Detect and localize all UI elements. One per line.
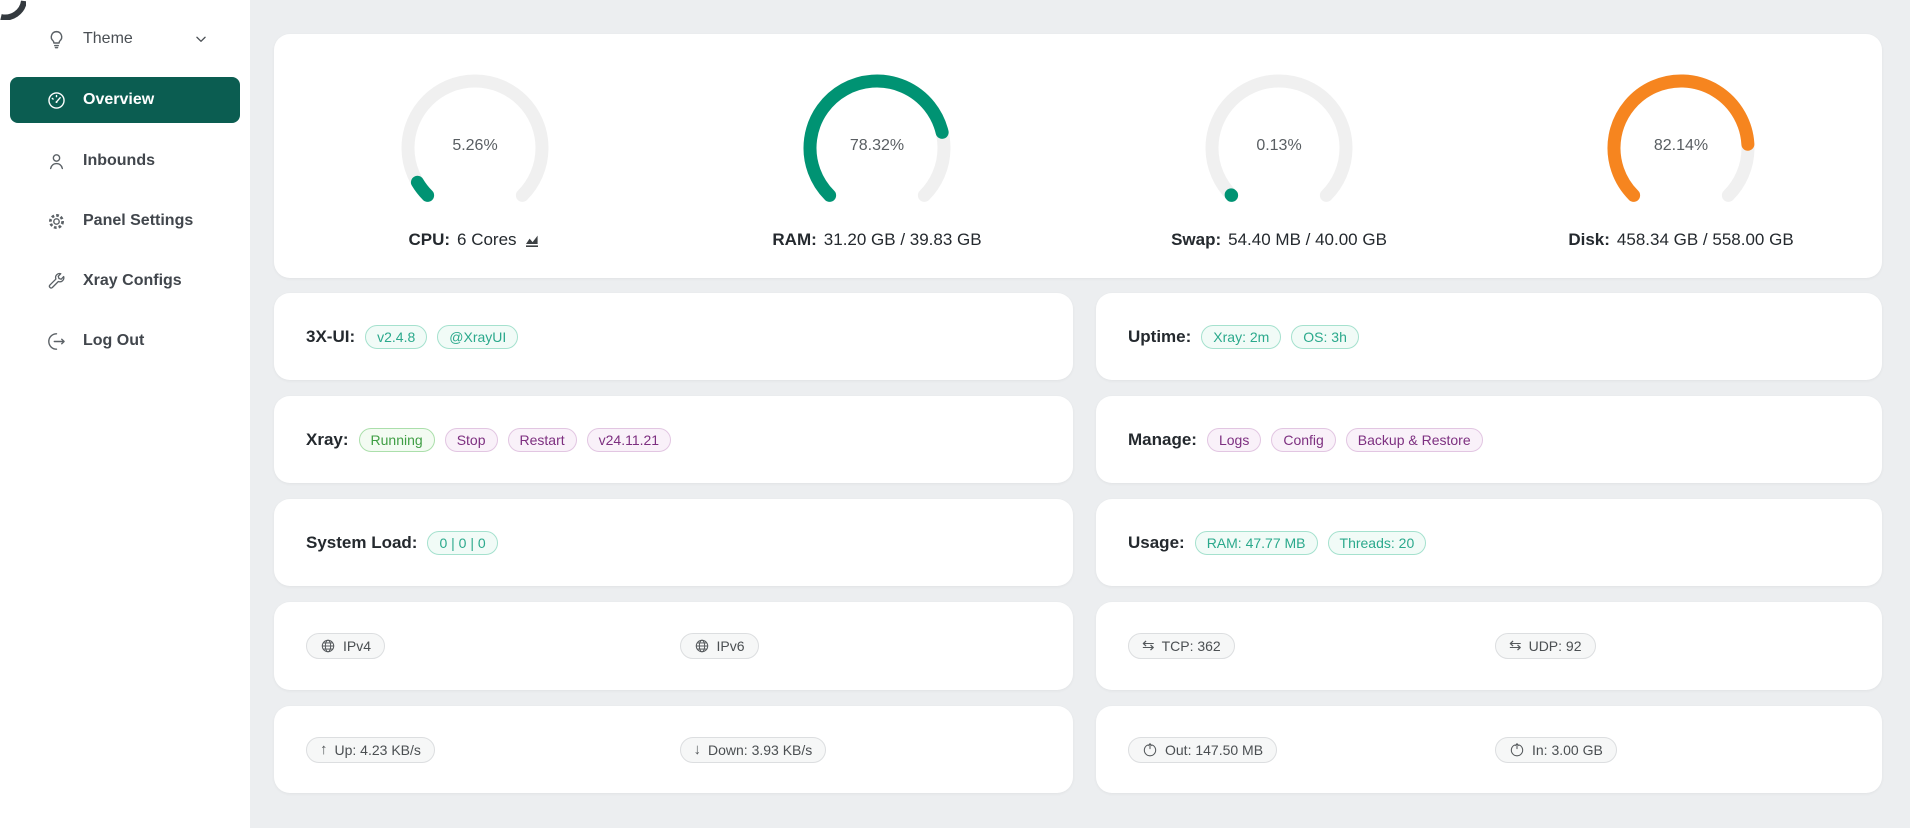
xray-label: Xray:: [306, 430, 349, 450]
disk-caption: Disk:458.34 GB / 558.00 GB: [1568, 230, 1793, 250]
sidebar-item-label: Inbounds: [83, 152, 155, 170]
usage-card: Usage: RAM: 47.77 MB Threads: 20: [1096, 499, 1882, 586]
ipv6-pill: IPv6: [680, 633, 759, 659]
threads-tag: Threads: 20: [1328, 531, 1427, 555]
user-icon: [46, 151, 67, 172]
system-load-card: System Load: 0 | 0 | 0: [274, 499, 1073, 586]
swap-percent: 0.13%: [1199, 137, 1359, 155]
upload-speed-pill: ↑ Up: 4.23 KB/s: [306, 737, 435, 763]
sidebar-item-label: Xray Configs: [83, 272, 182, 290]
globe-icon: [320, 638, 336, 654]
swap-arrows-icon: ⇆: [1509, 638, 1522, 654]
threexui-label: 3X-UI:: [306, 327, 355, 347]
ip-card: IPv4 IPv6: [274, 602, 1073, 690]
sidebar-item-inbounds[interactable]: Inbounds: [10, 138, 240, 184]
ipv4-pill: IPv4: [306, 633, 385, 659]
udp-connections-pill: ⇆ UDP: 92: [1495, 633, 1596, 659]
tcp-connections-pill: ⇆ TCP: 362: [1128, 633, 1235, 659]
theme-toggle[interactable]: Theme: [10, 17, 240, 61]
sidebar-item-log-out[interactable]: Log Out: [10, 318, 240, 364]
xray-version-tag[interactable]: v24.11.21: [587, 428, 671, 452]
cpu-gauge: 5.26% CPU:6 Cores: [274, 34, 676, 278]
sidebar-item-overview[interactable]: Overview: [10, 77, 240, 123]
lightbulb-icon: [46, 29, 67, 50]
arrow-down-icon: ↓: [694, 742, 702, 758]
arrow-up-icon: ↑: [320, 742, 328, 758]
swap-caption: Swap:54.40 MB / 40.00 GB: [1171, 230, 1387, 250]
manage-card: Manage: Logs Config Backup & Restore: [1096, 396, 1882, 483]
wrench-icon: [46, 271, 67, 292]
chevron-down-icon: [194, 32, 208, 46]
speed-card: ↑ Up: 4.23 KB/s ↓ Down: 3.93 KB/s: [274, 706, 1073, 793]
globe-icon: [694, 638, 710, 654]
xray-uptime-tag: Xray: 2m: [1201, 325, 1281, 349]
ram-usage-tag: RAM: 47.77 MB: [1195, 531, 1318, 555]
xray-status-tag: Running: [359, 428, 435, 452]
ram-percent: 78.32%: [797, 137, 957, 155]
sidebar: Theme Overview Inbounds Panel Settings: [0, 0, 250, 828]
cpu-caption: CPU:6 Cores: [408, 230, 541, 250]
dashboard-icon: [46, 90, 67, 111]
usage-label: Usage:: [1128, 533, 1185, 553]
manage-label: Manage:: [1128, 430, 1197, 450]
os-uptime-tag: OS: 3h: [1291, 325, 1359, 349]
upload-circle-icon: [1142, 742, 1158, 758]
disk-percent: 82.14%: [1601, 137, 1761, 155]
system-load-label: System Load:: [306, 533, 417, 553]
swap-gauge: 0.13% Swap:54.40 MB / 40.00 GB: [1078, 34, 1480, 278]
sidebar-item-xray-configs[interactable]: Xray Configs: [10, 258, 240, 304]
uptime-card: Uptime: Xray: 2m OS: 3h: [1096, 293, 1882, 380]
traffic-card: Out: 147.50 MB In: 3.00 GB: [1096, 706, 1882, 793]
telegram-channel-tag[interactable]: @XrayUI: [437, 325, 518, 349]
download-speed-pill: ↓ Down: 3.93 KB/s: [680, 737, 827, 763]
backup-restore-button[interactable]: Backup & Restore: [1346, 428, 1483, 452]
traffic-in-pill: In: 3.00 GB: [1495, 737, 1617, 763]
xray-card: Xray: Running Stop Restart v24.11.21: [274, 396, 1073, 483]
cpu-percent: 5.26%: [395, 137, 555, 155]
traffic-out-pill: Out: 147.50 MB: [1128, 737, 1277, 763]
area-chart-icon[interactable]: [524, 232, 542, 248]
connections-card: ⇆ TCP: 362 ⇆ UDP: 92: [1096, 602, 1882, 690]
system-load-tag: 0 | 0 | 0: [427, 531, 497, 555]
ram-caption: RAM:31.20 GB / 39.83 GB: [772, 230, 981, 250]
disk-gauge: 82.14% Disk:458.34 GB / 558.00 GB: [1480, 34, 1882, 278]
xray-stop-button[interactable]: Stop: [445, 428, 498, 452]
sidebar-item-label: Log Out: [83, 332, 144, 350]
logout-icon: [46, 331, 67, 352]
theme-label: Theme: [83, 30, 133, 48]
ram-gauge: 78.32% RAM:31.20 GB / 39.83 GB: [676, 34, 1078, 278]
logs-button[interactable]: Logs: [1207, 428, 1261, 452]
xray-restart-button[interactable]: Restart: [508, 428, 577, 452]
swap-arrows-icon: ⇆: [1142, 638, 1155, 654]
config-button[interactable]: Config: [1271, 428, 1335, 452]
system-stats-card: 5.26% CPU:6 Cores 78.32% RAM:31.20 GB / …: [274, 34, 1882, 278]
sidebar-item-label: Panel Settings: [83, 212, 193, 230]
uptime-label: Uptime:: [1128, 327, 1191, 347]
threexui-card: 3X-UI: v2.4.8 @XrayUI: [274, 293, 1073, 380]
sidebar-item-panel-settings[interactable]: Panel Settings: [10, 198, 240, 244]
gear-icon: [46, 211, 67, 232]
sidebar-item-label: Overview: [83, 91, 154, 109]
panel-version-tag: v2.4.8: [365, 325, 427, 349]
download-circle-icon: [1509, 742, 1525, 758]
